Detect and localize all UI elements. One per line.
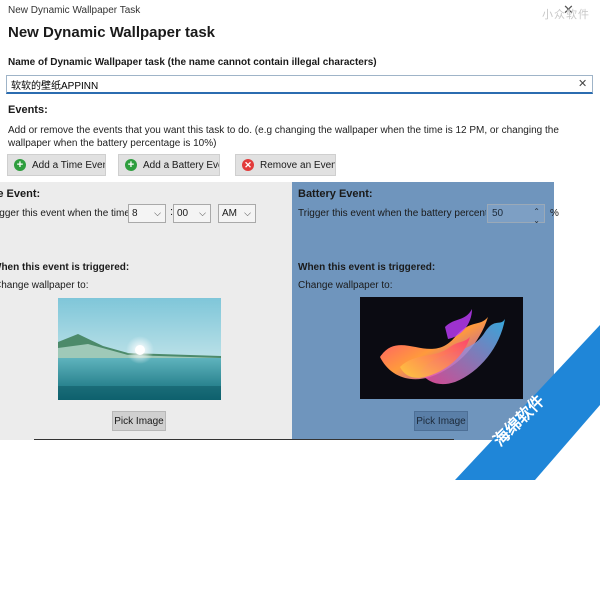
percent-sign: % [550, 208, 559, 219]
watermark-ribbon: 海绵软件 [455, 325, 600, 480]
events-description: Add or remove the events that you want t… [8, 125, 559, 149]
title-bar: New Dynamic Wallpaper Task ✕ 小众软件 [0, 0, 600, 22]
x-circle-icon: ✕ [242, 159, 254, 171]
time-when-triggered: When this event is triggered: [0, 262, 130, 273]
hour-value: 8 [132, 208, 138, 219]
task-name-label: Name of Dynamic Wallpaper task (the name… [8, 57, 377, 68]
battery-percentage-value: 50 [492, 208, 504, 219]
remove-event-button[interactable]: ✕ Remove an Event [235, 154, 336, 176]
lake-wallpaper-image [58, 298, 221, 400]
ampm-value: AM [222, 208, 237, 219]
chevron-down-icon: ⌵ [244, 208, 251, 218]
add-time-event-button[interactable]: + Add a Time Event [7, 154, 106, 176]
battery-trigger-text: Trigger this event when the battery perc… [298, 208, 486, 219]
task-name-input[interactable] [6, 75, 593, 94]
plus-icon: + [14, 159, 26, 171]
divider [34, 439, 454, 440]
chevron-down-icon: ⌵ [199, 208, 206, 218]
minute-select[interactable]: 00 ⌵ [173, 204, 211, 223]
time-event-panel[interactable]: Time Event: Trigger this event when the … [0, 182, 292, 440]
time-trigger-text: Trigger this event when the time is [0, 208, 140, 219]
remove-event-label: Remove an Event [260, 159, 336, 171]
time-pick-image-button[interactable]: Pick Image [112, 411, 166, 431]
battery-when-triggered: When this event is triggered: [298, 262, 436, 273]
battery-percentage-spinner[interactable]: 50 ⌃ ⌄ [487, 204, 545, 225]
add-battery-event-label: Add a Battery Event [143, 159, 219, 171]
add-time-event-label: Add a Time Event [32, 159, 106, 171]
minute-value: 00 [177, 208, 189, 219]
hour-select[interactable]: 8 ⌵ [128, 204, 166, 223]
battery-change-wallpaper: Change wallpaper to: [298, 280, 393, 291]
page-title: New Dynamic Wallpaper task [8, 24, 216, 41]
add-battery-event-button[interactable]: + Add a Battery Event [118, 154, 220, 176]
plus-icon: + [125, 159, 137, 171]
time-change-wallpaper: Change wallpaper to: [0, 280, 89, 291]
window-title: New Dynamic Wallpaper Task [8, 5, 141, 16]
spinner-arrows-icon[interactable]: ⌃ ⌄ [533, 207, 540, 225]
ampm-select[interactable]: AM ⌵ [218, 204, 256, 223]
watermark-top: 小众软件 [542, 9, 590, 21]
events-label: Events: [8, 104, 48, 116]
clear-input-icon[interactable]: ✕ [578, 77, 587, 90]
battery-event-title: Battery Event: [298, 188, 373, 200]
time-event-title: Time Event: [0, 188, 41, 200]
chevron-down-icon: ⌵ [154, 208, 161, 218]
